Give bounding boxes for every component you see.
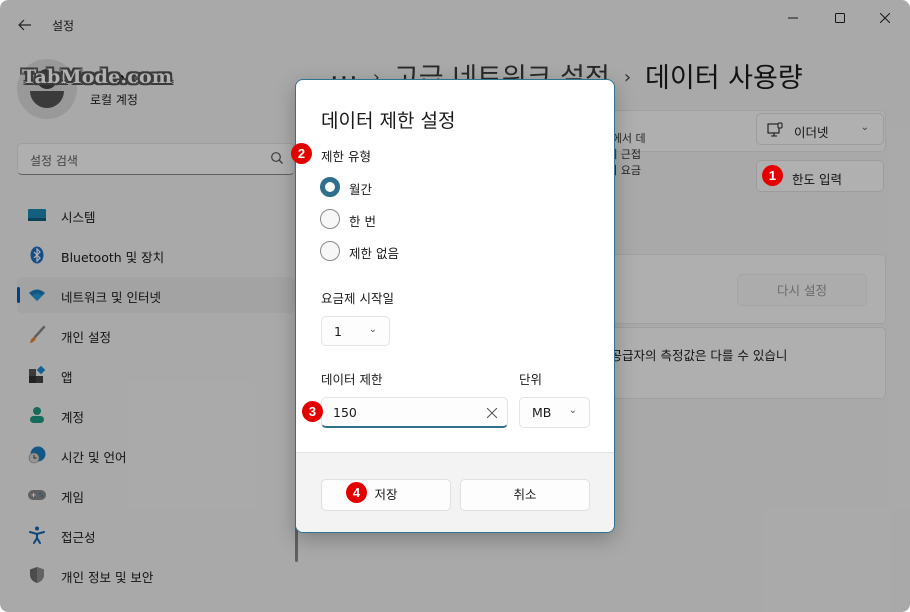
step-badge-2: 2 [291,143,312,164]
step-badge-3: 3 [302,401,323,422]
billing-start-label: 요금제 시작일 [321,291,394,306]
data-limit-value: 150 [333,405,357,420]
data-limit-dialog: 데이터 제한 설정 제한 유형 월간 한 번 제한 없음 요금제 시작일 1 ⌄… [295,79,615,533]
radio-label: 한 번 [349,214,376,229]
limit-type-label: 제한 유형 [321,149,371,164]
cancel-button[interactable]: 취소 [460,479,590,511]
radio-circle [320,177,340,197]
radio-circle [320,241,340,261]
unit-value: MB [532,405,552,420]
unit-dropdown[interactable]: MB ⌄ [519,397,590,428]
dialog-title: 데이터 제한 설정 [321,110,456,132]
radio-one-time[interactable]: 한 번 [320,208,460,230]
save-button[interactable]: 저장 [321,479,451,511]
radio-label: 월간 [349,182,373,197]
chevron-down-icon: ⌄ [568,405,577,416]
cancel-label: 취소 [513,487,537,502]
clear-input-button[interactable] [486,403,498,422]
chevron-down-icon: ⌄ [368,324,377,335]
save-label: 저장 [374,487,398,502]
billing-start-dropdown[interactable]: 1 ⌄ [321,316,390,346]
radio-monthly[interactable]: 월간 [320,176,460,198]
unit-label: 단위 [519,372,543,387]
data-limit-label: 데이터 제한 [321,372,383,387]
radio-circle [320,209,340,229]
radio-label: 제한 없음 [349,246,399,261]
radio-no-limit[interactable]: 제한 없음 [320,240,460,262]
billing-start-value: 1 [334,324,342,339]
step-badge-1: 1 [762,165,783,186]
step-badge-4: 4 [346,482,367,503]
settings-window: 설정 D2022 로컬 계정 TabMode.com 설정 검색 시스템 Blu… [0,0,910,612]
clear-icon [486,407,498,419]
dialog-footer: 저장 취소 [296,452,614,532]
data-limit-input[interactable]: 150 [321,397,508,428]
